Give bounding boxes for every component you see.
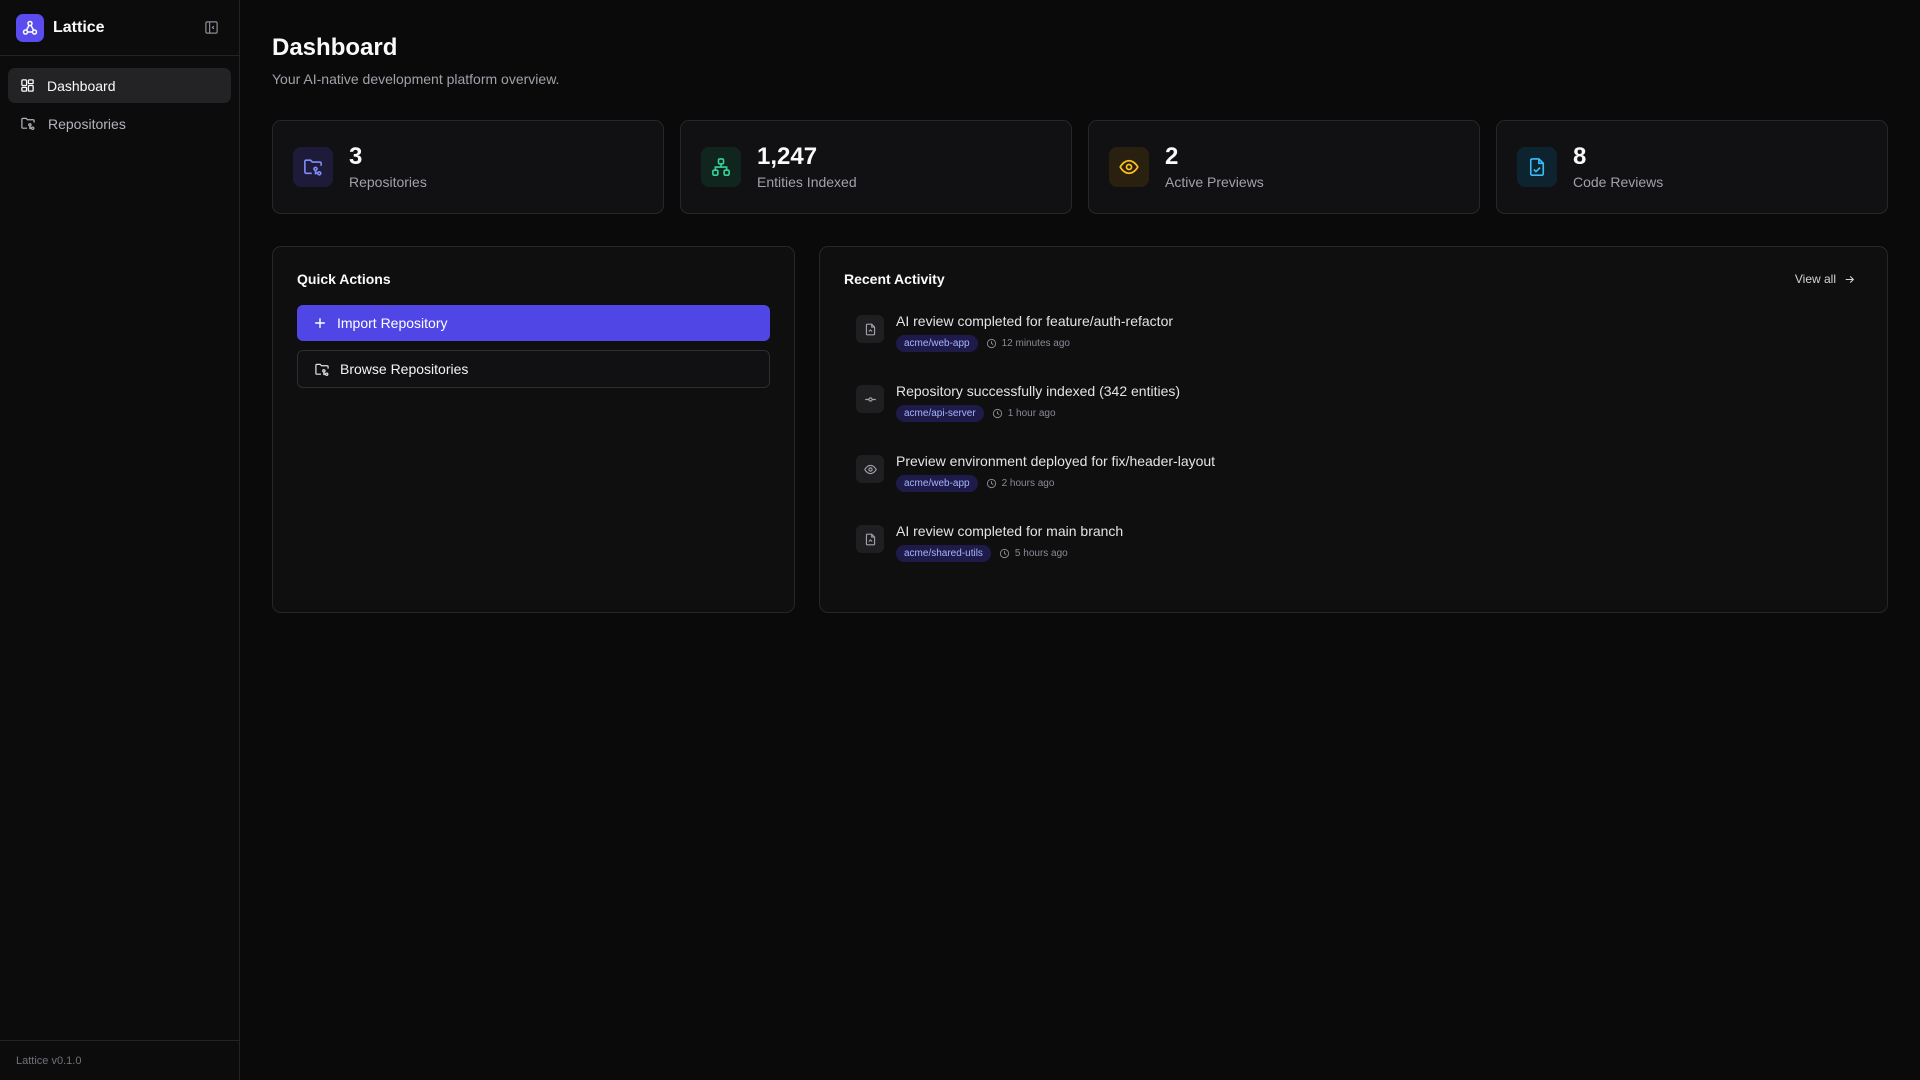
stat-card-reviews: 8 Code Reviews xyxy=(1496,120,1888,214)
sidebar-nav: Dashboard Repositories xyxy=(0,56,239,153)
activity-time-text: 2 hours ago xyxy=(1001,478,1055,489)
eye-icon xyxy=(1109,147,1149,187)
page-title: Dashboard xyxy=(272,34,398,61)
activity-time: 12 minutes ago xyxy=(986,338,1070,349)
sidebar-item-label: Dashboard xyxy=(47,77,116,94)
activity-time: 1 hour ago xyxy=(992,408,1056,419)
folder-git-icon xyxy=(315,363,329,376)
stat-value: 8 xyxy=(1573,142,1587,170)
stat-value: 3 xyxy=(349,142,363,170)
import-repository-button[interactable]: Import Repository xyxy=(297,305,770,341)
stat-card-repositories: 3 Repositories xyxy=(272,120,664,214)
browse-repositories-label: Browse Repositories xyxy=(340,361,469,377)
browse-repositories-button[interactable]: Browse Repositories xyxy=(297,350,770,388)
sidebar: Lattice Dashboard Repositories Lattice v… xyxy=(0,0,240,1080)
folder-git-icon xyxy=(293,147,333,187)
activity-text: Repository successfully indexed (342 ent… xyxy=(896,383,1181,399)
stat-label: Repositories xyxy=(349,174,427,191)
panels-row: Quick Actions Import Repository Browse R… xyxy=(272,246,1888,613)
stat-card-entities: 1,247 Entities Indexed xyxy=(680,120,1072,214)
stat-card-previews: 2 Active Previews xyxy=(1088,120,1480,214)
arrow-right-icon xyxy=(1845,275,1855,283)
activity-text: AI review completed for feature/auth-ref… xyxy=(896,313,1174,329)
import-repository-label: Import Repository xyxy=(337,315,448,331)
quick-actions-panel: Quick Actions Import Repository Browse R… xyxy=(272,246,795,613)
stat-value: 1,247 xyxy=(757,142,818,170)
stat-label: Entities Indexed xyxy=(757,174,857,191)
clock-icon xyxy=(999,548,1010,559)
activity-time-text: 12 minutes ago xyxy=(1001,338,1070,349)
list-item[interactable]: AI review completed for feature/auth-ref… xyxy=(856,313,1863,383)
file-review-icon xyxy=(856,525,884,553)
activity-time: 5 hours ago xyxy=(999,548,1068,559)
recent-activity-header: Recent Activity View all xyxy=(844,271,1863,287)
panel-left-icon xyxy=(204,21,218,34)
list-item[interactable]: AI review completed for main branch acme… xyxy=(856,523,1863,593)
sidebar-collapse-button[interactable] xyxy=(199,16,223,40)
stats-row: 3 Repositories 1,247 Entities Indexed 2 … xyxy=(272,120,1888,214)
clock-icon xyxy=(992,408,1002,419)
file-check-icon xyxy=(1517,147,1557,187)
repo-badge: acme/web-app xyxy=(896,475,978,492)
list-item[interactable]: Repository successfully indexed (342 ent… xyxy=(856,383,1863,453)
activity-text: Preview environment deployed for fix/hea… xyxy=(896,453,1216,469)
repo-badge: acme/web-app xyxy=(896,335,978,352)
app-name: Lattice xyxy=(53,18,105,36)
activity-list: AI review completed for feature/auth-ref… xyxy=(844,313,1863,593)
app-version: Lattice v0.1.0 xyxy=(0,1040,239,1080)
activity-time: 2 hours ago xyxy=(986,478,1055,489)
recent-activity-panel: Recent Activity View all AI review compl… xyxy=(819,246,1888,613)
stat-label: Code Reviews xyxy=(1573,174,1664,191)
activity-time-text: 1 hour ago xyxy=(1007,408,1056,419)
sidebar-header: Lattice xyxy=(0,0,239,56)
file-review-icon xyxy=(856,315,884,343)
plus-icon xyxy=(315,318,325,328)
quick-actions-title: Quick Actions xyxy=(297,271,391,287)
folder-git-icon xyxy=(21,117,35,130)
commit-icon xyxy=(856,385,884,413)
stat-label: Active Previews xyxy=(1165,174,1264,191)
clock-icon xyxy=(986,478,996,489)
dashboard-grid-icon xyxy=(21,79,34,92)
list-item[interactable]: Preview environment deployed for fix/hea… xyxy=(856,453,1863,523)
sidebar-item-dashboard[interactable]: Dashboard xyxy=(8,68,231,103)
network-icon xyxy=(701,147,741,187)
eye-icon xyxy=(856,455,884,483)
app-root: Lattice Dashboard Repositories Lattice v… xyxy=(0,0,1920,1080)
clock-icon xyxy=(986,338,996,349)
sidebar-item-label: Repositories xyxy=(48,115,126,132)
view-all-link[interactable]: View all xyxy=(1795,272,1863,286)
repo-badge: acme/api-server xyxy=(896,405,984,422)
repo-badge: acme/shared-utils xyxy=(896,545,991,562)
activity-time-text: 5 hours ago xyxy=(1014,548,1068,559)
view-all-label: View all xyxy=(1794,272,1836,286)
sidebar-item-repositories[interactable]: Repositories xyxy=(8,106,231,141)
recent-activity-title: Recent Activity xyxy=(844,271,945,287)
main-content: Dashboard Your AI-native development pla… xyxy=(240,0,1920,1080)
activity-text: AI review completed for main branch xyxy=(896,523,1124,539)
page-subtitle: Your AI-native development platform over… xyxy=(272,71,560,87)
stat-value: 2 xyxy=(1165,142,1179,170)
logo-icon xyxy=(16,13,44,42)
